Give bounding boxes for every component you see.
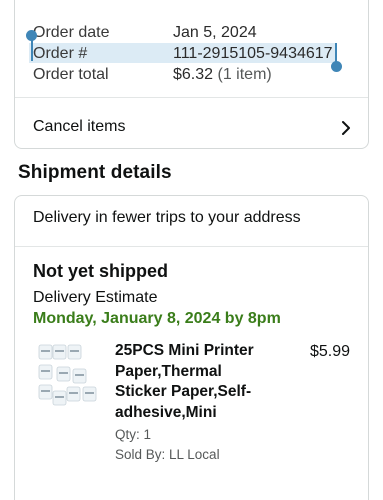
- shipment-status: Not yet shipped: [33, 261, 169, 281]
- order-number-value[interactable]: 111-2915105-9434617: [173, 44, 333, 64]
- selection-start-caret: [31, 39, 33, 61]
- order-date-label: Order date: [33, 24, 110, 41]
- selection-start-handle[interactable]: [26, 30, 37, 41]
- shipment-details-heading: Shipment details: [18, 162, 172, 183]
- selection-end-handle[interactable]: [331, 61, 342, 72]
- chevron-right-icon: [342, 121, 350, 135]
- product-quantity: Qty: 1: [115, 427, 152, 442]
- cancel-items-label: Cancel items: [33, 118, 126, 135]
- order-date-value: Jan 5, 2024: [173, 24, 257, 41]
- product-price: $5.99: [309, 343, 350, 360]
- order-total-value: $6.32 (1 item): [173, 65, 272, 85]
- order-summary-card: Order date Jan 5, 2024 Order # 111-29151…: [14, 0, 369, 149]
- shipment-divider: [15, 246, 368, 247]
- delivery-estimate-date: Monday, January 8, 2024 by 8pm: [33, 310, 281, 327]
- delivery-estimate-label: Delivery Estimate: [33, 289, 158, 306]
- product-title[interactable]: 25PCS Mini Printer Paper,Thermal Sticker…: [115, 341, 265, 423]
- product-thumbnail-icon[interactable]: [37, 341, 99, 411]
- order-number-label: Order #: [33, 45, 88, 62]
- cancel-items-button[interactable]: Cancel items: [15, 98, 368, 158]
- product-seller: Sold By: LL Local: [115, 447, 220, 462]
- delivery-note: Delivery in fewer trips to your address: [33, 209, 301, 226]
- shipment-card: Delivery in fewer trips to your address …: [14, 195, 369, 500]
- order-total-items: (1 item): [217, 66, 272, 83]
- order-total-label: Order total: [33, 66, 109, 83]
- order-total-amount: $6.32: [173, 66, 214, 83]
